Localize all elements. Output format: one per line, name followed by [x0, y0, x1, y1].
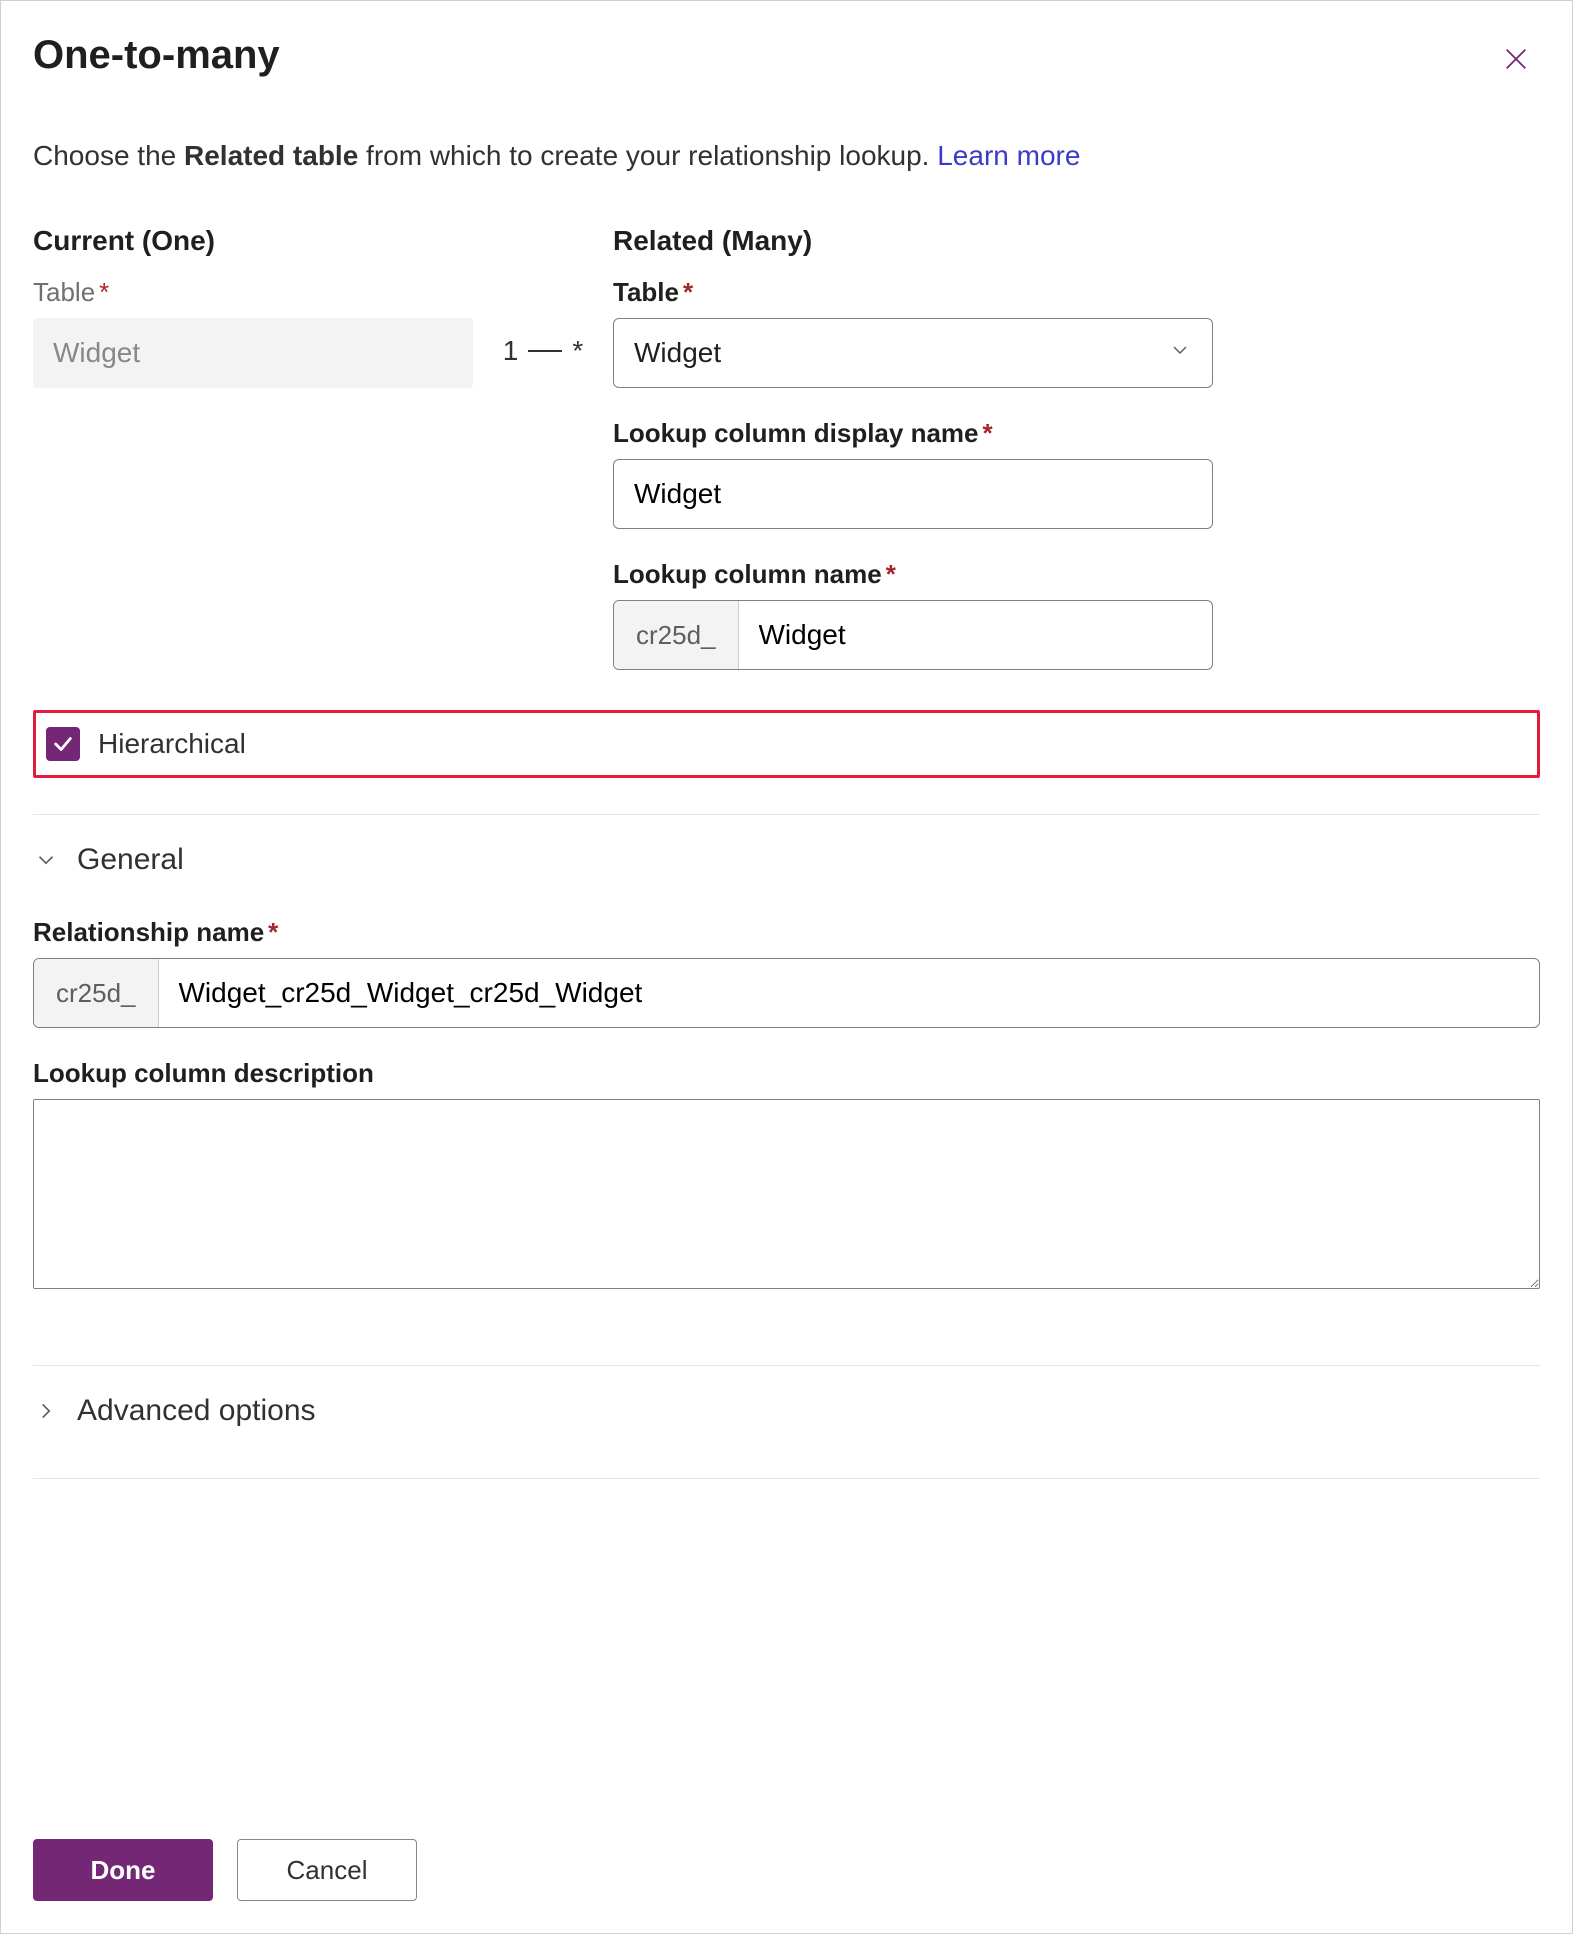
divider — [33, 1478, 1540, 1479]
footer-buttons: Done Cancel — [33, 1809, 1540, 1901]
intro-suffix: from which to create your relationship l… — [358, 140, 937, 171]
lookup-description-field: Lookup column description — [33, 1058, 1540, 1295]
spacer — [33, 1507, 1540, 1809]
advanced-section-label: Advanced options — [77, 1394, 316, 1428]
general-expander[interactable]: General — [33, 843, 1540, 877]
relationship-name-label: Relationship name* — [33, 917, 1540, 948]
required-indicator: * — [683, 277, 693, 307]
cardinality-connector: 1 * — [473, 225, 613, 367]
divider — [33, 814, 1540, 815]
lookup-description-label: Lookup column description — [33, 1058, 1540, 1089]
lookup-column-name-input-wrap: cr25d_ — [613, 600, 1213, 670]
relationship-name-input-wrap: cr25d_ — [33, 958, 1540, 1028]
general-section-label: General — [77, 843, 184, 877]
learn-more-link[interactable]: Learn more — [937, 140, 1080, 171]
close-button[interactable] — [1492, 35, 1540, 83]
cardinality-one: 1 — [503, 335, 519, 367]
related-heading: Related (Many) — [613, 225, 1213, 257]
relationship-name-input[interactable] — [159, 959, 1540, 1027]
chevron-down-icon — [1168, 337, 1192, 369]
lookup-column-name-input[interactable] — [739, 601, 1213, 669]
relationship-name-field: Relationship name* cr25d_ — [33, 917, 1540, 1028]
required-indicator: * — [886, 559, 896, 589]
lookup-display-name-input[interactable] — [613, 459, 1213, 529]
current-column: Current (One) Table* Widget — [33, 225, 473, 388]
required-indicator: * — [268, 917, 278, 947]
divider — [33, 1365, 1540, 1366]
related-table-label: Table* — [613, 277, 1213, 308]
lookup-display-name-field: Lookup column display name* — [613, 418, 1213, 529]
intro-text: Choose the Related table from which to c… — [33, 136, 1540, 175]
current-table-label: Table* — [33, 277, 473, 308]
connector-line — [528, 350, 562, 352]
related-table-field: Table* Widget — [613, 277, 1213, 388]
current-heading: Current (One) — [33, 225, 473, 257]
panel-header: One-to-many — [33, 29, 1540, 108]
hierarchical-option: Hierarchical — [33, 710, 1540, 778]
intro-prefix: Choose the — [33, 140, 184, 171]
close-icon — [1502, 45, 1530, 73]
table-columns: Current (One) Table* Widget 1 * Related … — [33, 225, 1540, 700]
chevron-down-icon — [33, 847, 59, 873]
check-icon — [52, 733, 74, 755]
required-indicator: * — [99, 277, 109, 307]
one-to-many-panel: One-to-many Choose the Related table fro… — [0, 0, 1573, 1934]
related-table-select[interactable]: Widget — [613, 318, 1213, 388]
cardinality-many: * — [572, 335, 583, 367]
advanced-expander[interactable]: Advanced options — [33, 1394, 1540, 1428]
lookup-column-name-field: Lookup column name* cr25d_ — [613, 559, 1213, 670]
chevron-right-icon — [33, 1398, 59, 1424]
current-table-value: Widget — [33, 318, 473, 388]
required-indicator: * — [983, 418, 993, 448]
done-button[interactable]: Done — [33, 1839, 213, 1901]
hierarchical-checkbox[interactable] — [46, 727, 80, 761]
lookup-column-name-prefix: cr25d_ — [614, 601, 739, 669]
panel-title: One-to-many — [33, 33, 280, 78]
cancel-button[interactable]: Cancel — [237, 1839, 417, 1901]
related-column: Related (Many) Table* Widget Lookup colu… — [613, 225, 1213, 700]
related-table-value: Widget — [634, 337, 721, 369]
lookup-column-name-label: Lookup column name* — [613, 559, 1213, 590]
lookup-display-name-label: Lookup column display name* — [613, 418, 1213, 449]
hierarchical-label: Hierarchical — [98, 728, 246, 760]
lookup-description-textarea[interactable] — [33, 1099, 1540, 1289]
intro-bold: Related table — [184, 140, 358, 171]
relationship-name-prefix: cr25d_ — [34, 959, 159, 1027]
